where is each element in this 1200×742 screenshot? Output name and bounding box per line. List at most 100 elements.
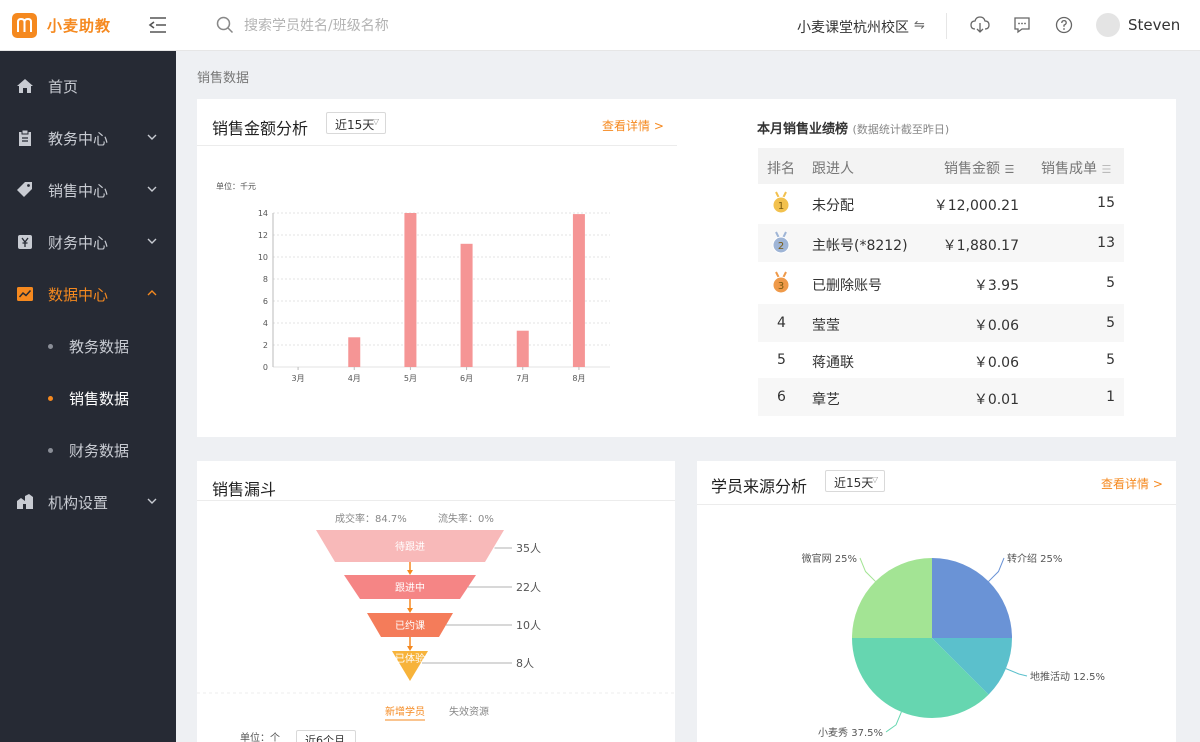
sidebar-item-finance[interactable]: 财务中心 (0, 216, 176, 268)
cell-amount: ￥3.95 (973, 278, 1019, 294)
funnel-stage-label: 待跟进 (395, 540, 425, 553)
tag-icon (17, 182, 32, 197)
cell-amount: ￥1,880.17 (942, 238, 1019, 254)
table-row: 3 已删除账号 ￥3.95 5 (758, 264, 1124, 302)
sidebar-item-label: 财务中心 (48, 234, 109, 252)
table-row: 1 未分配 ￥12,000.21 15 (758, 184, 1124, 222)
sidebar-item-label: 数据中心 (48, 286, 109, 304)
bar[interactable] (516, 330, 529, 367)
sidebar-subitem-label: 财务数据 (69, 442, 130, 460)
download-icon[interactable] (970, 16, 990, 38)
conversion-rate: 成交率：84.7% (335, 512, 407, 525)
pie-label: 地推活动 12.5% (1030, 670, 1105, 683)
x-tick-label: 4月 (348, 374, 361, 383)
y-tick-label: 12 (258, 231, 268, 240)
sidebar-item-settings[interactable]: 机构设置 (0, 476, 176, 528)
column-header-amount[interactable]: 销售金额 ☰ (944, 158, 1014, 178)
y-tick-label: 2 (263, 341, 268, 350)
funnel-unit: 单位：个 (240, 731, 280, 742)
sidebar-item-home[interactable]: 首页 (0, 60, 176, 112)
avatar[interactable] (1096, 13, 1120, 37)
cell-orders: 15 (1097, 195, 1115, 211)
cell-amount: ￥0.06 (973, 318, 1019, 334)
pie-label: 小麦秀 37.5% (818, 727, 883, 739)
chevron-up-icon (147, 290, 157, 296)
sidebar-subitem-academic-data[interactable]: 教务数据 (0, 320, 176, 372)
table-row: 2 主帐号(*8212) ￥1,880.17 13 (758, 224, 1124, 262)
sidebar-item-label: 机构设置 (48, 494, 109, 512)
chevron-down-icon (147, 238, 157, 244)
sales-detail-link[interactable]: 查看详情 > (602, 117, 664, 134)
bar[interactable] (404, 213, 417, 367)
x-tick-label: 8月 (572, 374, 585, 383)
column-header-orders[interactable]: 销售成单 ☰ (1041, 158, 1111, 178)
sidebar-subitem-label: 教务数据 (69, 338, 130, 356)
cell-orders: 5 (1106, 275, 1115, 291)
cell-orders: 13 (1097, 235, 1115, 251)
cell-name: 章艺 (812, 392, 840, 408)
sidebar-subitem-sales-data[interactable]: 销售数据 (0, 372, 176, 424)
message-icon[interactable] (1013, 16, 1031, 38)
tab-new-students[interactable]: 新增学员 (385, 705, 425, 718)
ranking-table-header: 排名 跟进人 销售金额 ☰ 销售成单 ☰ (758, 148, 1124, 184)
bullet (48, 344, 53, 349)
sidebar-item-label: 销售中心 (48, 182, 109, 200)
funnel-title: 销售漏斗 (212, 480, 277, 499)
source-detail-link[interactable]: 查看详情 > (1101, 475, 1163, 492)
y-tick-label: 8 (263, 275, 268, 284)
source-range-select[interactable]: 近15天 ▽ (825, 470, 885, 492)
sales-range-select[interactable]: 近15天 ▽ (326, 112, 386, 134)
loss-rate: 流失率：0% (438, 512, 494, 525)
sort-icon[interactable]: ☰ (1101, 163, 1111, 176)
cell-amount: ￥12,000.21 (933, 198, 1019, 214)
cell-orders: 1 (1106, 389, 1115, 405)
pie-slice[interactable] (852, 558, 932, 638)
select-value: 近6个月 (305, 734, 345, 742)
sidebar-item-sales[interactable]: 销售中心 (0, 164, 176, 216)
logo[interactable] (12, 13, 37, 38)
sidebar-subitem-finance-data[interactable]: 财务数据 (0, 424, 176, 476)
campus-switcher[interactable]: 小麦课堂杭州校区 (797, 17, 909, 37)
sales-funnel-chart: 成交率：84.7% 流失率：0% 待跟进 35人跟进中 22人已约课 10人已体验 8人… (197, 512, 675, 742)
medal-icon: 1 (772, 191, 790, 214)
sales-amount-title: 销售金额分析 (212, 119, 309, 138)
chevron-down-icon (147, 186, 157, 192)
ranking-title-text: 本月销售业绩榜 (757, 122, 849, 137)
username[interactable]: Steven (1128, 16, 1180, 34)
bar[interactable] (460, 243, 473, 367)
sidebar-item-academic[interactable]: 教务中心 (0, 112, 176, 164)
bar[interactable] (348, 337, 361, 367)
table-row: 6 章艺 ￥0.01 1 (758, 378, 1124, 416)
sidebar-item-label: 教务中心 (48, 130, 109, 148)
arrow-down-icon (407, 570, 413, 575)
switch-campus-icon[interactable]: ⇋ (914, 18, 925, 33)
search-icon[interactable] (216, 16, 234, 38)
funnel-range-select[interactable]: 近6个月 (296, 730, 356, 742)
table-row: 5 蒋通联 ￥0.06 5 (758, 341, 1124, 379)
cell-amount: ￥0.01 (973, 392, 1019, 408)
pie-label: 转介绍 25% (1007, 552, 1062, 565)
tab-invalid-resources[interactable]: 失效资源 (449, 705, 489, 718)
y-tick-label: 10 (258, 253, 268, 262)
arrow-down-icon (407, 608, 413, 613)
sort-icon[interactable]: ☰ (1004, 163, 1014, 176)
help-icon[interactable] (1055, 16, 1073, 38)
divider (946, 13, 947, 39)
select-value: 近15天 (335, 118, 375, 132)
sidebar-item-data[interactable]: 数据中心 (0, 268, 176, 320)
cell-amount: ￥0.06 (973, 355, 1019, 371)
pie-slice[interactable] (932, 558, 1012, 638)
medal-icon: 3 (772, 271, 790, 294)
funnel-count: 35人 (516, 542, 541, 555)
funnel-count: 8人 (516, 657, 534, 670)
x-tick-label: 7月 (516, 374, 529, 383)
sidebar-item-label: 首页 (48, 78, 79, 96)
bar[interactable] (572, 214, 585, 367)
rank-number: 2 (778, 241, 784, 252)
search-input[interactable] (244, 14, 544, 38)
brand-name: 小麦助教 (47, 17, 112, 35)
ranking-note: (数据统计截至昨日) (852, 123, 950, 136)
funnel-stage-label: 跟进中 (395, 581, 425, 594)
menu-collapse-icon[interactable] (148, 16, 168, 38)
chart-icon (17, 287, 33, 301)
